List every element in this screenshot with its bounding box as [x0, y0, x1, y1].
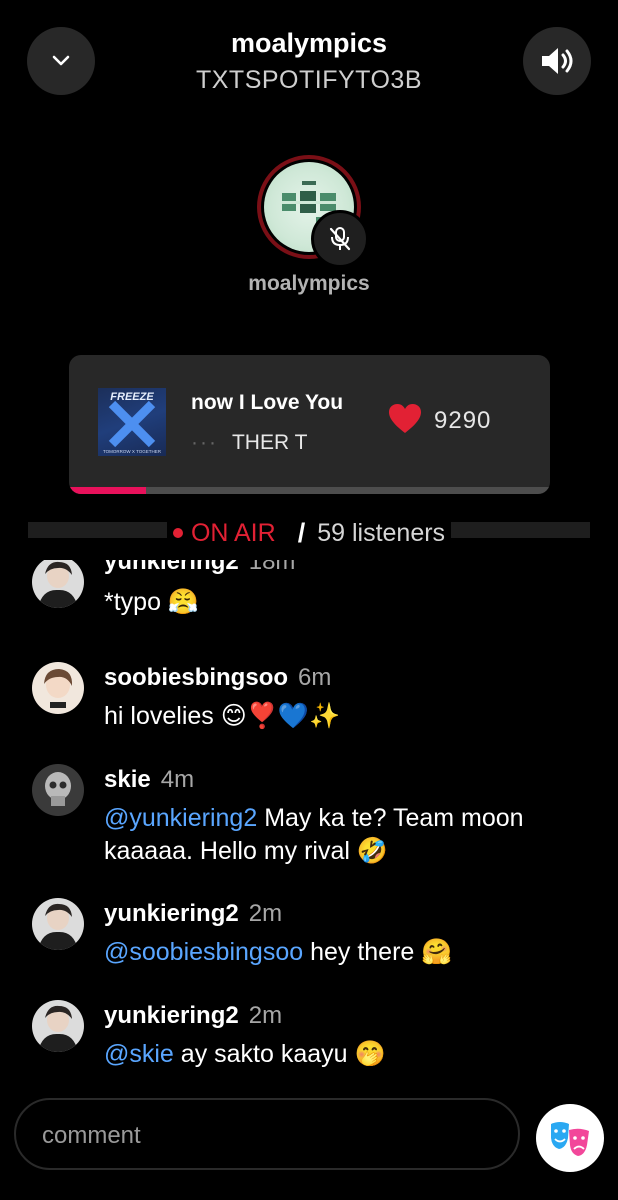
listener-count[interactable]: 59 listeners — [317, 519, 445, 548]
status-separator: / — [297, 517, 306, 548]
comment-mention[interactable]: @skie — [104, 1040, 174, 1068]
comment-mention[interactable]: @soobiesbingsoo — [104, 938, 303, 966]
playback-progress — [69, 487, 550, 494]
theater-masks-icon — [551, 1122, 589, 1156]
like-count: 9290 — [434, 407, 492, 434]
host-mute-badge — [311, 210, 369, 268]
album-art: FREEZE TOMORROW X TOGETHER — [98, 388, 166, 456]
avatar[interactable] — [32, 560, 84, 608]
mic-off-icon — [329, 227, 351, 251]
avatar[interactable] — [32, 764, 84, 816]
avatar[interactable] — [32, 662, 84, 714]
comment-text-segment: hey there 🤗 — [303, 938, 453, 966]
comment-username[interactable]: soobiesbingsoo — [104, 664, 288, 691]
album-art-text: FREEZE — [110, 391, 154, 403]
track-artist: ··· THER T — [191, 431, 359, 455]
avatar[interactable] — [32, 1000, 84, 1052]
comment-time: 18m — [248, 560, 296, 575]
track-title: now I Love You — [191, 391, 344, 414]
comment-username[interactable]: skie — [104, 766, 151, 793]
reaction-button[interactable] — [536, 1104, 604, 1172]
comment-text-segment: hi lovelies 😊❣️💙✨ — [104, 702, 341, 730]
sound-button[interactable] — [523, 27, 591, 95]
on-air-label: ON AIR — [190, 518, 276, 547]
comment-text: @soobiesbingsoo hey there 🤗 — [104, 936, 594, 969]
comment-feed[interactable]: yunkiering2 18m *typo 😤 soobiesbingsoo 6m … — [0, 560, 618, 1090]
like-button[interactable] — [388, 403, 422, 440]
comment-placeholder: comment — [42, 1122, 141, 1149]
album-art-caption: TOMORROW X TOGETHER — [103, 449, 162, 454]
comment-mention[interactable]: @yunkiering2 — [104, 804, 257, 832]
comment-text-segment: ay sakto kaayu 🤭 — [173, 1040, 386, 1068]
track-artist-dots: ··· — [191, 431, 218, 454]
comment-text: @skie ay sakto kaayu 🤭 — [104, 1038, 594, 1071]
live-dot — [172, 528, 183, 538]
comment-input[interactable]: comment — [14, 1098, 520, 1170]
live-status: ON AIR / 59 listeners — [0, 515, 618, 551]
now-playing-card[interactable]: FREEZE TOMORROW X TOGETHER now I Love Yo… — [69, 355, 550, 494]
comment-username[interactable]: yunkiering2 — [104, 1002, 239, 1029]
comment-text: @yunkiering2 May ka te? Team moon kaaaaa… — [104, 802, 594, 868]
comment-username[interactable]: yunkiering2 — [104, 900, 239, 927]
heart-icon — [389, 404, 421, 433]
comment-username[interactable]: yunkiering2 — [104, 560, 239, 575]
comment-text-segment: *typo 😤 — [104, 588, 200, 616]
comment-time: 2m — [248, 900, 283, 927]
avatar[interactable] — [32, 898, 84, 950]
host-name[interactable]: moalympics — [0, 272, 618, 296]
comment-time: 6m — [298, 664, 332, 691]
comment-text: hi lovelies 😊❣️💙✨ — [104, 700, 594, 733]
comment-text: *typo 😤 — [104, 586, 594, 619]
comment-time: 2m — [248, 1002, 283, 1029]
playback-progress-fill — [69, 487, 146, 494]
track-artist-name: THER T — [231, 431, 308, 454]
comment-time: 4m — [160, 766, 195, 793]
speaker-icon — [542, 48, 573, 74]
